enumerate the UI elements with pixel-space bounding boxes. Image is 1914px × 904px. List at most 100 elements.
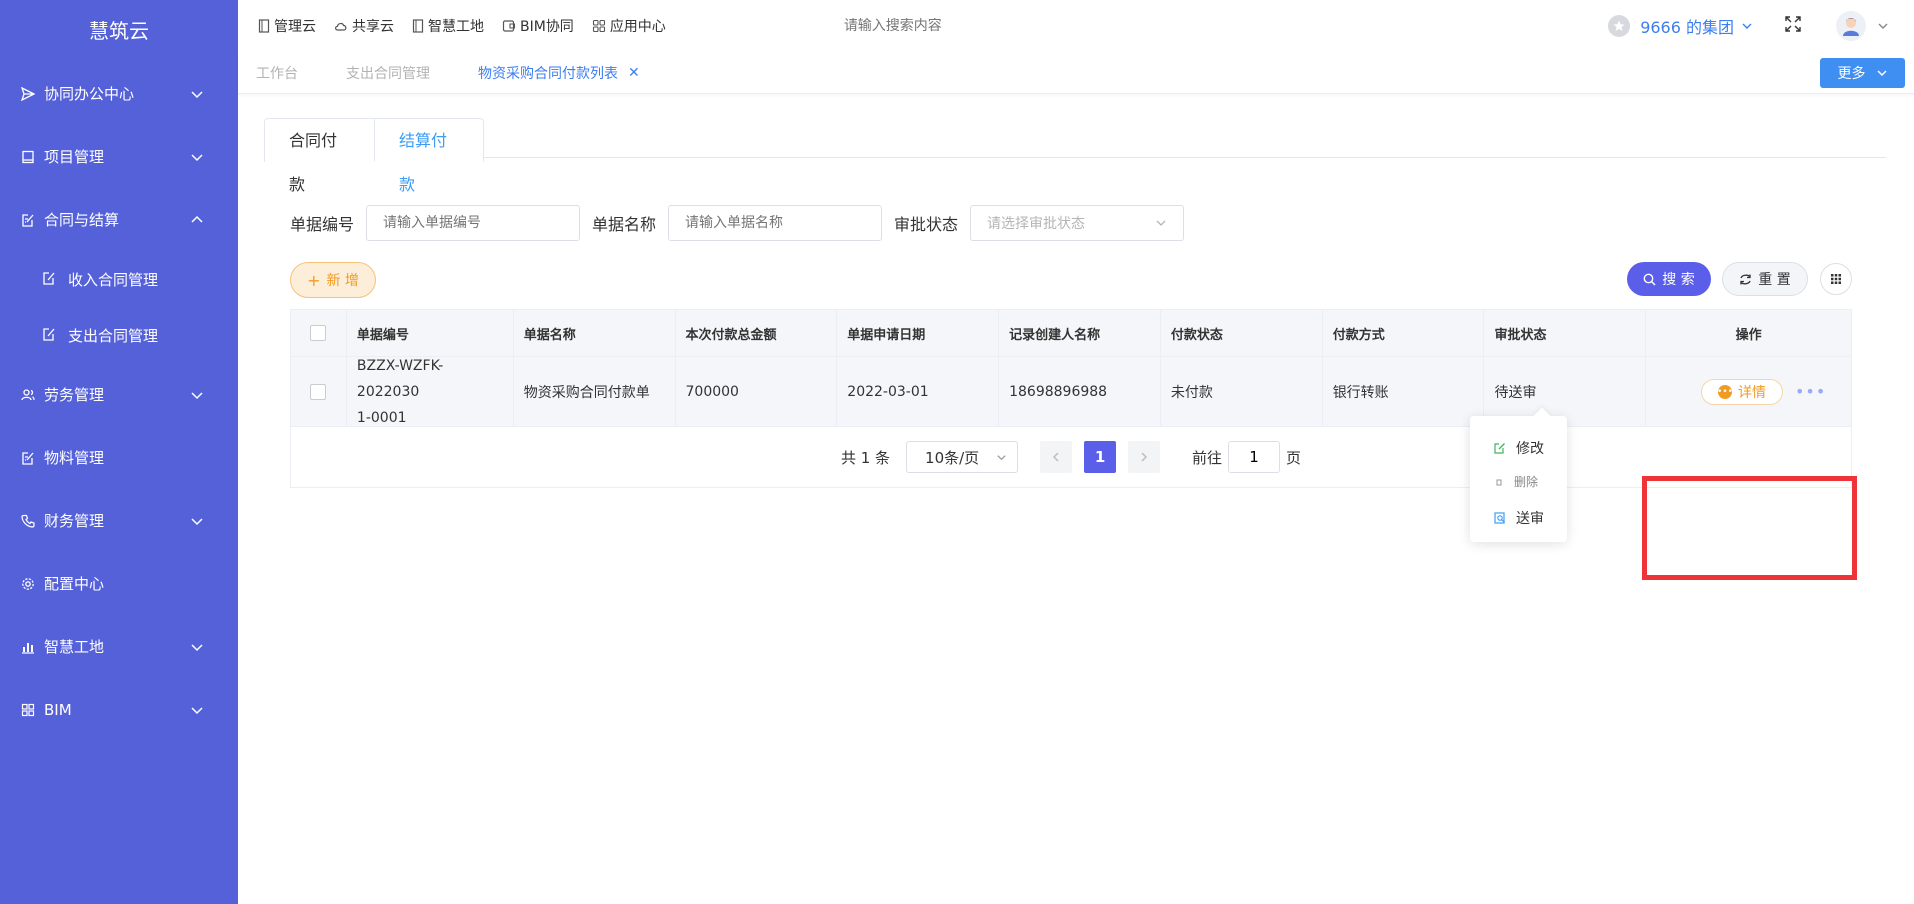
reset-button-label: 重 置 (1758, 272, 1791, 288)
page-tab-label: 物资采购合同付款列表 (478, 65, 618, 82)
more-button[interactable]: 更多 (1820, 58, 1905, 88)
next-page-button[interactable] (1128, 441, 1161, 473)
submit-review-icon (1494, 512, 1505, 524)
sidebar-item-collab-office[interactable]: 协同办公中心 (0, 62, 238, 125)
cell-pay-method: 银行转账 (1323, 357, 1485, 426)
chevron-down-icon (191, 517, 203, 525)
detail-button[interactable]: ••• 详情 (1700, 378, 1783, 405)
sidebar-item-project[interactable]: 项目管理 (0, 125, 238, 188)
reset-button[interactable]: 重 置 (1722, 262, 1808, 296)
more-button-label: 更多 (1837, 66, 1866, 82)
grid-icon (1831, 274, 1841, 284)
top-right-tools: 9666 的集团 (1608, 0, 1890, 52)
header-doc-name: 单据名称 (514, 310, 676, 356)
row-checkbox[interactable] (310, 383, 327, 400)
edit-doc-icon (42, 327, 58, 343)
approval-status-select[interactable]: 请选择审批状态 (970, 205, 1185, 241)
dropdown-item-submit-review[interactable]: 送审 (1494, 508, 1544, 528)
dropdown-item-delete[interactable]: 删除 (1494, 473, 1538, 490)
page-tab-material-payment-list[interactable]: 物资采购合同付款列表 ✕ (478, 63, 640, 83)
topnav-app-center[interactable]: 应用中心 (592, 16, 666, 36)
page-tab-workbench[interactable]: 工作台 (256, 63, 298, 83)
page-number-current[interactable]: 1 (1084, 441, 1117, 473)
refresh-icon (1740, 274, 1751, 284)
sidebar-item-label: 合同与结算 (44, 211, 120, 229)
sidebar-item-label: BIM (44, 700, 72, 719)
column-settings-button[interactable] (1820, 263, 1852, 295)
sidebar-item-label: 项目管理 (44, 148, 105, 166)
topnav-management-cloud[interactable]: 管理云 (258, 16, 316, 36)
doc-no-input[interactable] (366, 205, 581, 241)
doc-name-input[interactable] (668, 205, 883, 241)
tab-contract-payment[interactable]: 合同付款 (264, 118, 375, 194)
search-button[interactable]: 搜 索 (1627, 262, 1711, 296)
sidebar-item-material[interactable]: 物料管理 (0, 426, 238, 489)
header-approval-status: 审批状态 (1484, 310, 1647, 356)
cell-amount: 700000 (676, 357, 838, 426)
global-search-input[interactable] (843, 18, 1044, 34)
sidebar-item-smart-site[interactable]: 智慧工地 (0, 615, 238, 678)
cell-doc-name: 物资采购合同付款单 (514, 357, 676, 426)
card-tabs: 合同付款 结算付款 (264, 118, 1886, 194)
row-checkbox-cell (291, 357, 347, 426)
topnav-label: 智慧工地 (428, 19, 484, 35)
select-all-checkbox[interactable] (310, 325, 327, 341)
doc-no-line1: BZZX-WZFK-2022030 (356, 357, 444, 400)
user-avatar[interactable] (1836, 11, 1866, 41)
chevron-right-icon (1141, 452, 1148, 462)
topnav-label: 应用中心 (609, 19, 666, 35)
edit-doc-icon (20, 450, 36, 466)
header-creator: 记录创建人名称 (999, 310, 1161, 356)
org-avatar (1608, 15, 1631, 37)
topnav-shared-cloud[interactable]: 共享云 (334, 16, 394, 36)
sidebar-item-label: 劳务管理 (44, 386, 105, 404)
grid-icon (20, 702, 36, 718)
org-switcher[interactable]: 9666 的集团 (1608, 14, 1754, 38)
pagination-total: 共 1 条 (840, 448, 891, 467)
send-icon (20, 86, 36, 102)
topnav-smart-site[interactable]: 智慧工地 (412, 16, 484, 36)
close-icon[interactable]: ✕ (628, 65, 640, 81)
chevron-up-icon (191, 215, 203, 223)
sidebar-item-label: 协同办公中心 (44, 85, 135, 103)
delete-icon (1496, 479, 1502, 485)
sidebar-item-bim[interactable]: BIM (0, 678, 238, 741)
apps-icon (592, 19, 605, 33)
sidebar-item-labor[interactable]: 劳务管理 (0, 363, 238, 426)
topnav-label: 共享云 (352, 19, 394, 35)
header-pay-status: 付款状态 (1161, 310, 1323, 356)
sidebar-subitem-income-contract[interactable]: 收入合同管理 (0, 251, 238, 307)
chevron-down-icon (191, 153, 203, 161)
topnav-bim-collab[interactable]: BIM协同 (502, 16, 574, 36)
bar-chart-icon (20, 639, 36, 655)
header-pay-method: 付款方式 (1323, 310, 1485, 356)
goto-prefix: 前往 (1192, 448, 1223, 467)
dropdown-item-edit[interactable]: 修改 (1494, 438, 1544, 458)
sidebar-item-finance[interactable]: 财务管理 (0, 489, 238, 552)
edit-doc-icon (42, 271, 58, 287)
add-button[interactable]: + 新 增 (290, 262, 376, 298)
top-bar: 管理云 共享云 智慧工地 BIM协同 应用中心 9666 的集团 (238, 0, 1914, 52)
detail-button-label: 详情 (1737, 384, 1766, 401)
plus-icon: + (307, 270, 321, 290)
approval-status-label: 审批状态 (894, 215, 959, 234)
sidebar-item-label: 智慧工地 (44, 638, 105, 656)
sidebar-item-contract-settlement[interactable]: 合同与结算 (0, 188, 238, 251)
header-amount: 本次付款总金额 (676, 310, 838, 356)
cloud-icon (335, 22, 347, 31)
sidebar-subitem-expense-contract[interactable]: 支出合同管理 (0, 307, 238, 363)
prev-page-button[interactable] (1040, 441, 1073, 473)
page-tab-expense-contract[interactable]: 支出合同管理 (346, 63, 430, 83)
brand-logo[interactable]: 慧筑云 (0, 0, 238, 62)
row-actions-dropdown: 修改 删除 送审 (1470, 416, 1567, 542)
goto-page-input[interactable] (1228, 441, 1281, 473)
fullscreen-icon[interactable] (1784, 15, 1802, 37)
more-actions-icon[interactable]: ••• (1795, 382, 1826, 401)
sidebar-item-config[interactable]: 配置中心 (0, 552, 238, 615)
doc-icon (412, 19, 424, 33)
page-size-select[interactable]: 10条/页 (906, 441, 1019, 473)
sidebar-item-label: 财务管理 (44, 512, 105, 530)
tab-settlement-payment[interactable]: 结算付款 (374, 118, 484, 194)
header-actions: 操作 (1735, 327, 1762, 343)
chevron-down-icon[interactable] (1876, 19, 1890, 33)
